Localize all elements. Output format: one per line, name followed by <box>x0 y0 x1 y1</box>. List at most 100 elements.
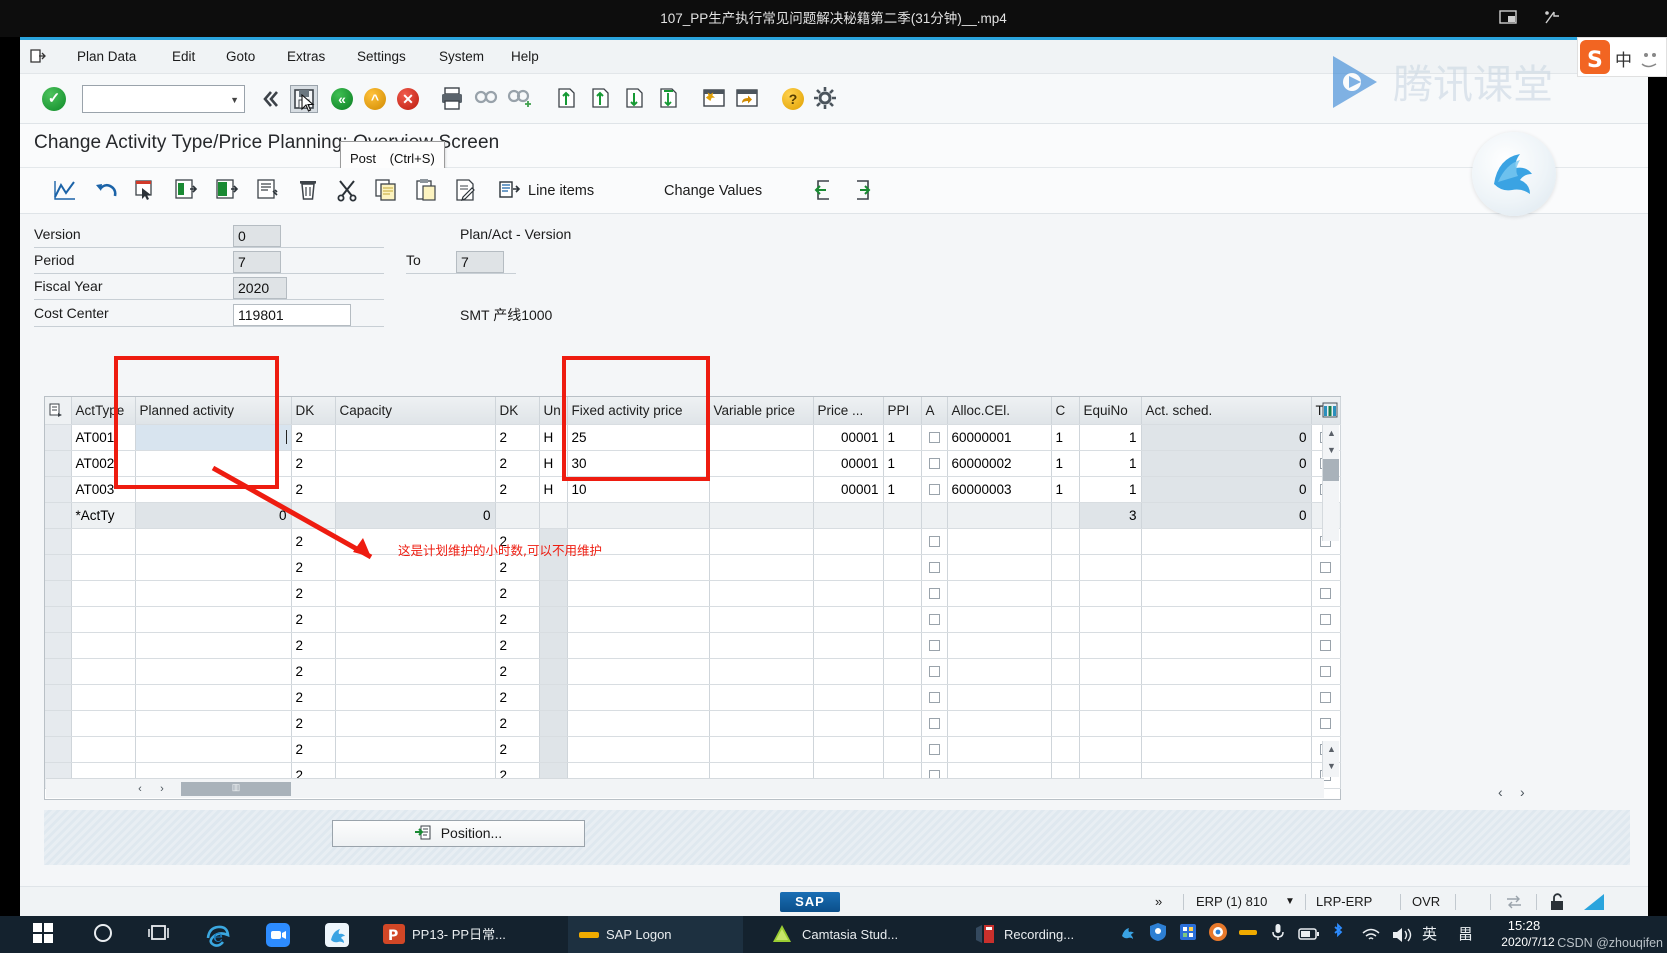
cell-a[interactable] <box>921 450 948 477</box>
cell-un[interactable]: H <box>539 424 568 451</box>
checkbox-t[interactable] <box>1320 561 1331 573</box>
cell-variable_price[interactable] <box>709 554 814 581</box>
cell-planned[interactable] <box>135 632 292 659</box>
command-field[interactable]: ▼ <box>82 85 245 113</box>
cell-dk2[interactable]: 2 <box>495 450 540 477</box>
back-double-icon[interactable] <box>256 85 284 113</box>
cell-fixed_price[interactable] <box>567 710 710 737</box>
menu-extras[interactable]: Extras <box>278 40 334 74</box>
next-page-icon[interactable] <box>622 85 650 113</box>
system-chevron-down-icon[interactable]: ▼ <box>1285 887 1295 917</box>
bluetooth-tray-icon[interactable] <box>1328 922 1348 948</box>
cell-acttype[interactable] <box>71 606 136 633</box>
ie-icon[interactable]: e <box>205 922 231 948</box>
cell-fixed_price[interactable]: 30 <box>567 450 710 477</box>
checkbox-a[interactable] <box>928 691 940 703</box>
checkbox-t[interactable] <box>1320 613 1331 625</box>
table-row[interactable]: 22 <box>45 710 1341 737</box>
cell-fixed_price[interactable] <box>567 606 710 633</box>
cell-dk1[interactable]: 2 <box>291 476 336 503</box>
ime-mode-indicator[interactable]: 畕 <box>1458 916 1473 953</box>
cell-variable_price[interactable] <box>709 710 814 737</box>
cell-variable_price[interactable] <box>709 632 814 659</box>
cell-variable_price[interactable] <box>709 736 814 763</box>
cell-variable_price[interactable] <box>709 502 814 529</box>
row-selector[interactable] <box>45 710 72 737</box>
cell-act_sched[interactable] <box>1141 606 1312 633</box>
edit-note-icon[interactable] <box>453 177 481 205</box>
checkbox-a[interactable] <box>928 717 940 729</box>
sap-logon-taskbar-button[interactable]: SAP Logon <box>568 916 743 953</box>
checkbox-a[interactable] <box>928 613 940 625</box>
checkbox-t[interactable] <box>1320 691 1331 703</box>
period-to-input[interactable]: 7 <box>456 251 504 273</box>
col-planned[interactable]: Planned activity <box>135 397 292 425</box>
cell-act_sched[interactable] <box>1141 554 1312 581</box>
cell-equino[interactable] <box>1079 606 1142 633</box>
cell-price[interactable] <box>813 632 884 659</box>
cell-price[interactable] <box>813 502 884 529</box>
cell-alloc[interactable] <box>947 658 1052 685</box>
scroll-left-arrow[interactable]: ‹ <box>132 781 148 797</box>
cell-equino[interactable] <box>1079 710 1142 737</box>
cell-dk1[interactable]: 2 <box>291 554 336 581</box>
checkbox-a[interactable] <box>928 561 940 573</box>
cell-alloc[interactable] <box>947 528 1052 555</box>
menu-settings[interactable]: Settings <box>348 40 415 74</box>
cell-c[interactable] <box>1051 502 1080 529</box>
table-settings-icon[interactable] <box>1322 399 1339 421</box>
cell-a[interactable] <box>921 632 948 659</box>
cell-t[interactable] <box>1311 658 1341 685</box>
cell-fixed_price[interactable] <box>567 502 710 529</box>
cell-act_sched[interactable]: 0 <box>1141 476 1312 503</box>
cell-capacity[interactable] <box>335 580 496 607</box>
cell-a[interactable] <box>921 684 948 711</box>
cell-ppi[interactable] <box>883 606 922 633</box>
cell-dk1[interactable]: 2 <box>291 658 336 685</box>
system-info[interactable]: ERP (1) 810 <box>1196 887 1267 917</box>
checkbox-t[interactable] <box>1320 639 1331 651</box>
cell-equino[interactable]: 3 <box>1079 502 1142 529</box>
unlocked-icon[interactable] <box>1548 887 1566 917</box>
table-row[interactable]: 22 <box>45 554 1341 581</box>
recording-taskbar-button[interactable]: Recording... <box>968 916 1088 953</box>
cell-alloc[interactable] <box>947 736 1052 763</box>
col-dk2[interactable]: DK <box>495 397 540 425</box>
cell-equino[interactable] <box>1079 580 1142 607</box>
cell-acttype[interactable] <box>71 684 136 711</box>
cell-price[interactable] <box>813 554 884 581</box>
checkbox-a[interactable] <box>928 457 940 469</box>
cell-equino[interactable] <box>1079 658 1142 685</box>
checkbox-t[interactable] <box>1320 665 1331 677</box>
foxmail-bird-taskbar-icon[interactable] <box>324 922 350 948</box>
taskbar-clock-time[interactable]: 15:28 <box>1489 918 1559 933</box>
chevron-down-icon[interactable]: ▼ <box>230 95 239 105</box>
exit-up-icon[interactable]: ^ <box>361 85 389 113</box>
row-selector[interactable] <box>45 684 72 711</box>
last-page-icon[interactable] <box>656 85 684 113</box>
cell-un[interactable] <box>539 606 568 633</box>
help-icon[interactable]: ? <box>779 85 807 113</box>
microphone-tray-icon[interactable] <box>1268 922 1288 948</box>
print-icon[interactable] <box>439 85 467 113</box>
pane-scroll-left-arrow[interactable]: ‹ <box>1498 784 1503 800</box>
copy-icon[interactable] <box>373 177 401 205</box>
cell-variable_price[interactable] <box>709 450 814 477</box>
cell-planned[interactable] <box>135 450 292 477</box>
table-row[interactable]: AT001 2 2 H 25 00001 1 60000001 1 1 0 <box>45 424 1341 451</box>
table-row[interactable]: 22 <box>45 528 1341 555</box>
cell-un[interactable] <box>539 580 568 607</box>
resize-grip[interactable] <box>1582 887 1608 917</box>
table-row[interactable]: AT003 2 2 H 10 00001 1 60000003 1 1 0 <box>45 476 1341 503</box>
cell-price[interactable] <box>813 710 884 737</box>
cell-a[interactable] <box>921 528 948 555</box>
col-price[interactable]: Price ... <box>813 397 884 425</box>
row-selector[interactable] <box>45 450 72 477</box>
cell-c[interactable]: 1 <box>1051 450 1080 477</box>
checkbox-a[interactable] <box>928 587 940 599</box>
cell-capacity[interactable] <box>335 476 496 503</box>
cell-ppi[interactable] <box>883 710 922 737</box>
cell-dk2[interactable]: 2 <box>495 684 540 711</box>
cell-alloc[interactable] <box>947 710 1052 737</box>
insert-row-icon[interactable] <box>173 177 201 205</box>
